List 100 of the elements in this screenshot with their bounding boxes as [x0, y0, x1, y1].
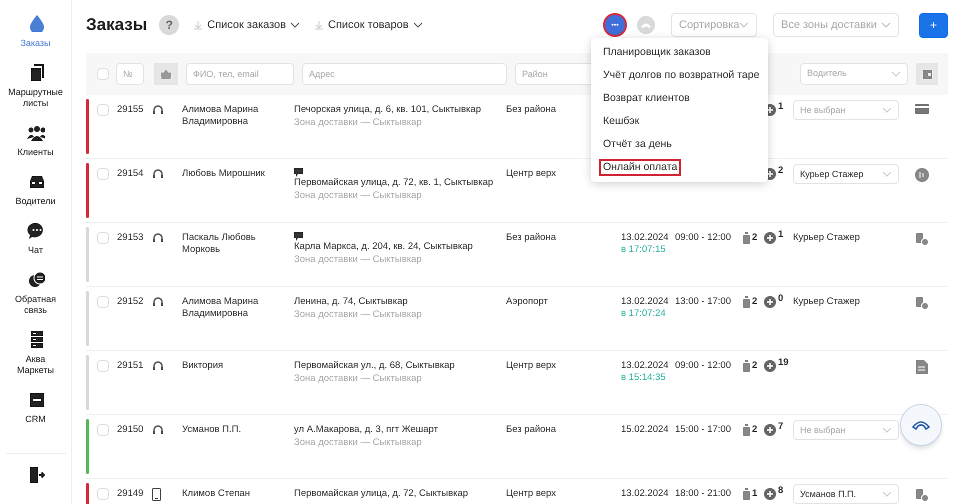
headset-icon	[152, 296, 164, 308]
bottle-count: 2	[752, 296, 758, 308]
district-name: Без района	[506, 104, 557, 116]
logout-button[interactable]	[6, 453, 66, 484]
sidebar-item[interactable]: CRM	[4, 390, 68, 425]
sidebar-item[interactable]: Обратная связь	[4, 270, 68, 316]
row-checkbox[interactable]	[97, 424, 109, 436]
paid-time: в 17:07:15	[621, 244, 667, 256]
delivery-date: 13.02.2024	[621, 488, 670, 500]
plus-circle-icon	[764, 424, 776, 436]
sidebar-item[interactable]: Аква Маркеты	[4, 330, 68, 376]
export-dropdown[interactable]: Список товаров	[314, 16, 423, 34]
row-checkbox[interactable]	[97, 296, 109, 308]
client-search-field[interactable]: ФИО, тел, email	[186, 63, 294, 85]
export-dropdown[interactable]: Список заказов	[193, 16, 300, 34]
select-all-checkbox[interactable]	[97, 68, 109, 80]
plus-circle-icon	[764, 296, 776, 308]
delivery-date: 13.02.2024	[621, 232, 670, 244]
address-search-field[interactable]: Адрес	[302, 63, 507, 85]
bottle-icon	[743, 296, 750, 308]
menu-item[interactable]: Планировщик заказов	[601, 46, 768, 59]
delivery-address: Карла Маркса, д. 204, кв. 24, Сыктывкар	[294, 241, 474, 253]
row-checkbox[interactable]	[97, 104, 109, 116]
number-filter-field[interactable]: №	[116, 63, 144, 85]
coins-icon	[915, 296, 929, 310]
menu-item[interactable]: Онлайн оплата	[601, 161, 680, 174]
download-icon	[193, 20, 204, 30]
add-button[interactable]: +	[919, 12, 948, 38]
district-name: Без района	[506, 424, 557, 436]
bottle-icon	[743, 488, 750, 500]
headset-icon	[152, 424, 164, 436]
delivery-zone: Зона доставки — Сыктывкар	[294, 309, 423, 321]
help-button[interactable]: ?	[159, 15, 180, 35]
headset-icon	[152, 104, 164, 116]
delivery-date: 13.02.2024	[621, 360, 670, 372]
page-title: Заказы	[86, 14, 148, 36]
order-number: 29149	[117, 488, 144, 500]
extra-count: 19	[778, 357, 789, 369]
chevron-down-icon	[882, 171, 892, 177]
driver-name: Курьер Стажер	[793, 232, 860, 243]
users-icon	[26, 123, 44, 141]
row-checkbox[interactable]	[97, 488, 109, 500]
mobile-phone-icon	[152, 488, 161, 501]
client-name: Алимова Марина Владимировна	[182, 296, 260, 320]
order-number: 29151	[117, 360, 144, 372]
phone-call-button[interactable]	[900, 404, 942, 446]
district-name: Центр верх	[506, 360, 557, 372]
chevron-down-icon	[412, 22, 423, 28]
speech-bubbles-icon	[26, 270, 44, 288]
delivery-address: Первомайская ул., д. 68, Сыктывкар	[294, 360, 456, 372]
columns-button[interactable]	[916, 63, 938, 85]
row-checkbox[interactable]	[97, 232, 109, 244]
order-number: 29150	[117, 424, 144, 436]
driver-name: Курьер Стажер	[793, 296, 860, 307]
bottle-icon	[743, 424, 750, 436]
client-name: Любовь Мирошник	[182, 168, 266, 180]
delivery-time: 09:00 - 12:00	[675, 232, 731, 243]
menu-item[interactable]: Возврат клиентов	[601, 92, 768, 105]
delivery-time: 13:00 - 17:00	[675, 296, 731, 307]
row-checkbox[interactable]	[97, 360, 109, 372]
delivery-time: 09:00 - 12:00	[675, 360, 731, 371]
driver-dropdown[interactable]: Усманов П.П.	[793, 484, 899, 504]
basket-filter-button[interactable]	[154, 63, 178, 85]
round-badge-icon	[915, 168, 929, 182]
district-name: Без района	[506, 232, 557, 244]
client-name: Паскаль Любовь Морковь	[182, 232, 257, 256]
client-name: Виктория	[182, 360, 224, 372]
bottle-count: 2	[752, 360, 758, 372]
chevron-down-icon	[891, 71, 901, 77]
sidebar-item[interactable]: Маршрутные листы	[4, 63, 68, 109]
menu-item[interactable]: Учёт долгов по возвратной таре	[601, 69, 768, 82]
paid-time: в 17:07:24	[621, 308, 667, 320]
coins-icon	[915, 488, 929, 502]
chevron-down-icon	[739, 22, 749, 28]
plus-circle-icon	[764, 488, 776, 500]
panel-icon	[922, 70, 932, 78]
sidebar-item[interactable]: Чат	[4, 221, 68, 256]
coins-icon	[915, 232, 929, 246]
driver-dropdown[interactable]: Курьер Стажер	[793, 164, 899, 184]
sidebar-item[interactable]: Клиенты	[4, 123, 68, 158]
bottle-count: 2	[752, 232, 758, 244]
plus-circle-icon	[764, 232, 776, 244]
basket-icon	[161, 70, 171, 78]
extra-count: 0	[778, 293, 784, 305]
delivery-address: Печорская улица, д. 6, кв. 101, Сыктывкар	[294, 104, 482, 116]
delivery-zone: Зона доставки — Сыктывкар	[294, 437, 423, 449]
delivery-zone: Зона доставки — Сыктывкар	[294, 254, 423, 266]
bottle-count: 2	[752, 424, 758, 436]
sidebar-item[interactable]: Водители	[4, 172, 68, 207]
chevron-down-icon	[882, 107, 892, 113]
menu-item[interactable]: Отчёт за день	[601, 138, 768, 151]
order-number: 29155	[117, 104, 144, 116]
chevron-down-icon	[882, 427, 892, 433]
sidebar-item[interactable]: Заказы	[4, 14, 68, 49]
plus-circle-icon	[764, 360, 776, 372]
delivery-time: 15:00 - 17:00	[675, 424, 731, 435]
extra-count: 7	[778, 421, 784, 433]
chevron-down-icon	[882, 491, 892, 497]
menu-item[interactable]: Кешбэк	[601, 115, 768, 128]
row-checkbox[interactable]	[97, 168, 109, 180]
